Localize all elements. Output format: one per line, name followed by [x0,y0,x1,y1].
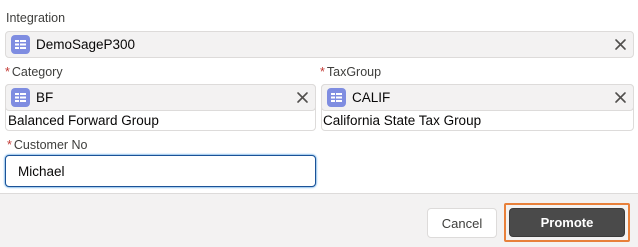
category-description: Balanced Forward Group [8,113,159,128]
close-icon[interactable] [296,91,309,104]
category-label: * Category [5,65,63,79]
cancel-button[interactable]: Cancel [427,208,497,238]
taxgroup-value: CALIF [352,90,391,105]
category-value: BF [36,90,54,105]
category-lookup-pill[interactable]: BF [5,84,316,111]
taxgroup-label: * TaxGroup [320,65,381,79]
taxgroup-lookup-pill[interactable]: CALIF [321,84,634,111]
promote-form: Integration DemoSageP300 * Category BF B… [0,0,638,193]
customer-no-label-text: Customer No [13,138,88,152]
category-label-text: Category [11,65,63,79]
customer-no-input[interactable] [5,155,316,187]
customer-no-label: * Customer No [7,138,88,152]
integration-lookup-pill[interactable]: DemoSageP300 [5,31,634,58]
close-icon[interactable] [614,91,627,104]
taxgroup-description: California State Tax Group [323,113,482,128]
integration-label: Integration [6,11,65,25]
record-icon [11,88,30,107]
promote-button[interactable]: Promote [509,208,625,237]
category-lookup: BF Balanced Forward Group [5,84,316,131]
integration-value: DemoSageP300 [36,37,136,52]
record-icon [327,88,346,107]
required-marker: * [320,65,325,79]
required-marker: * [7,138,12,152]
promote-button-highlight: Promote [504,203,630,242]
modal-footer: Cancel Promote [0,193,638,247]
record-icon [11,35,30,54]
taxgroup-label-text: TaxGroup [326,65,382,79]
taxgroup-lookup: CALIF California State Tax Group [321,84,634,131]
required-marker: * [5,65,10,79]
integration-label-text: Integration [6,11,66,25]
close-icon[interactable] [614,38,627,51]
